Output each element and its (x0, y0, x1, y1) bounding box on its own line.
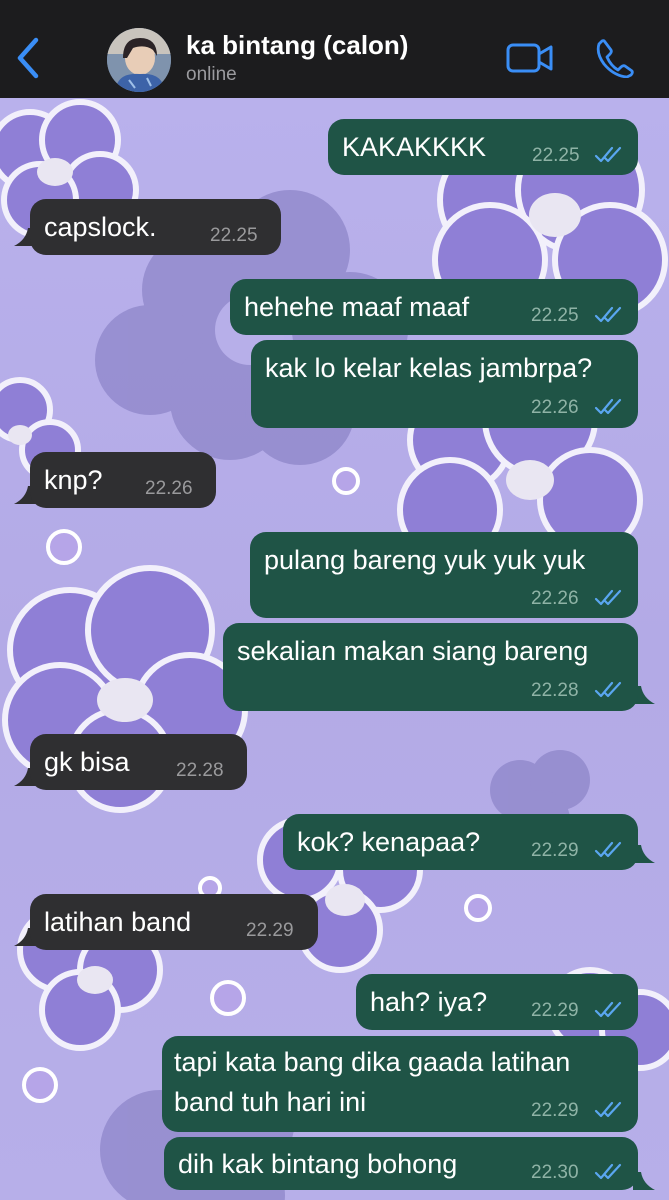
message-time: 22.29 (531, 840, 579, 861)
read-ticks-icon (594, 398, 622, 415)
message-bubble-outgoing[interactable]: pulang bareng yuk yuk yuk 22.26 (250, 532, 638, 618)
message-text: KAKAKKKK (342, 132, 487, 162)
message-bubble-outgoing[interactable]: tapi kata bang dika gaada latihan band t… (162, 1036, 638, 1132)
read-ticks-icon (594, 589, 622, 606)
message-text-line2: band tuh hari ini (174, 1087, 367, 1117)
message-time: 22.25 (532, 145, 580, 166)
message-bubble-incoming[interactable]: gk bisa 22.28 (30, 734, 247, 790)
message-text: kok? kenapaa? (297, 827, 481, 857)
message-text: dih kak bintang bohong (178, 1149, 458, 1179)
message-time: 22.29 (246, 920, 294, 941)
contact-name[interactable]: ka bintang (calon) (186, 30, 408, 61)
read-ticks-icon (594, 1101, 622, 1118)
contact-status: online (186, 64, 237, 85)
message-time: 22.28 (176, 760, 224, 781)
message-text-line1: tapi kata bang dika gaada latihan (174, 1047, 571, 1077)
message-text: knp? (44, 465, 103, 495)
read-ticks-icon (594, 146, 622, 163)
message-text: sekalian makan siang bareng (237, 636, 589, 666)
message-bubble-outgoing[interactable]: hehehe maaf maaf 22.25 (230, 279, 638, 335)
message-time: 22.28 (531, 680, 579, 701)
message-bubble-incoming[interactable]: knp? 22.26 (30, 452, 216, 508)
read-ticks-icon (594, 1163, 622, 1180)
message-bubble-outgoing[interactable]: KAKAKKKK 22.25 (328, 119, 638, 175)
message-time: 22.30 (531, 1162, 579, 1183)
message-text: kak lo kelar kelas jambrpa? (265, 353, 593, 383)
message-bubble-incoming[interactable]: capslock. 22.25 (30, 199, 281, 255)
message-bubble-outgoing[interactable]: kok? kenapaa? 22.29 (283, 814, 638, 870)
phone-call-icon (596, 39, 634, 79)
voice-call-button[interactable] (596, 38, 634, 79)
message-bubble-outgoing[interactable]: sekalian makan siang bareng 22.28 (223, 623, 638, 711)
read-ticks-icon (594, 841, 622, 858)
back-chevron-icon (17, 37, 39, 79)
message-text: latihan band (44, 907, 192, 937)
back-button[interactable] (12, 36, 46, 80)
message-bubble-outgoing[interactable]: kak lo kelar kelas jambrpa? 22.26 (251, 340, 638, 428)
read-ticks-icon (594, 306, 622, 323)
message-time: 22.29 (531, 1000, 579, 1021)
message-text: capslock. (44, 212, 157, 242)
message-bubble-incoming[interactable]: latihan band 22.29 (30, 894, 318, 950)
message-time: 22.26 (531, 588, 579, 609)
read-ticks-icon (594, 681, 622, 698)
message-time: 22.25 (531, 305, 579, 326)
message-time: 22.29 (531, 1100, 579, 1121)
chat-header: ka bintang (calon) online (0, 0, 669, 98)
message-bubble-outgoing[interactable]: dih kak bintang bohong 22.30 (164, 1137, 638, 1190)
message-time: 22.25 (210, 225, 258, 246)
message-time: 22.26 (145, 478, 193, 499)
message-bubble-outgoing[interactable]: hah? iya? 22.29 (356, 974, 638, 1030)
message-text: hehehe maaf maaf (244, 292, 470, 322)
message-text: pulang bareng yuk yuk yuk (264, 545, 586, 575)
message-text: hah? iya? (370, 987, 488, 1017)
message-text: gk bisa (44, 747, 130, 777)
message-time: 22.26 (531, 397, 579, 418)
video-call-icon (506, 43, 553, 73)
video-call-button[interactable] (505, 40, 555, 76)
read-ticks-icon (594, 1001, 622, 1018)
contact-avatar[interactable] (107, 28, 171, 92)
